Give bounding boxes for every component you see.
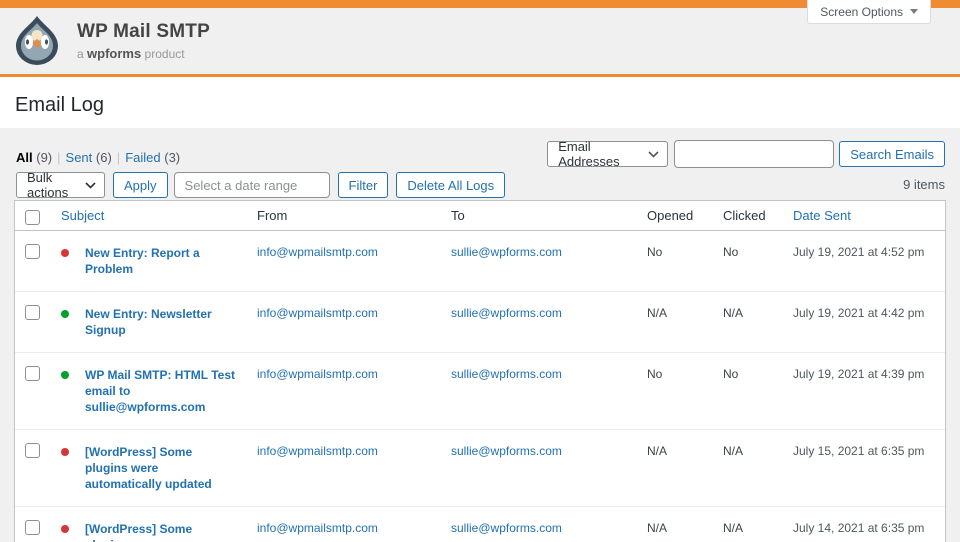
to-email-link[interactable]: sullie@wpforms.com bbox=[451, 521, 562, 535]
search-emails-button[interactable]: Search Emails bbox=[839, 141, 945, 167]
from-email-link[interactable]: info@wpmailsmtp.com bbox=[257, 521, 378, 535]
brand-title: WP Mail SMTP bbox=[77, 21, 210, 43]
header-opened: Opened bbox=[637, 201, 713, 231]
status-dot-icon bbox=[61, 249, 69, 257]
search-controls: Email Addresses Search Emails bbox=[547, 140, 945, 168]
table-header-row: Subject From To Opened Clicked Date Sent bbox=[15, 201, 945, 231]
items-count: 9 items bbox=[903, 177, 945, 192]
screen-options-label: Screen Options bbox=[820, 5, 903, 19]
table-row: [WordPress] Some plugins were automatica… bbox=[15, 507, 945, 542]
to-email-link[interactable]: sullie@wpforms.com bbox=[451, 245, 562, 259]
email-log-tbody: New Entry: Report a Problem info@wpmails… bbox=[15, 231, 945, 542]
status-dot-icon bbox=[61, 371, 69, 379]
clicked-value: N/A bbox=[713, 507, 783, 542]
apply-button[interactable]: Apply bbox=[113, 172, 168, 198]
wp-mail-smtp-pigeon-logo-icon bbox=[12, 15, 62, 67]
row-checkbox[interactable] bbox=[25, 520, 40, 535]
clicked-value: No bbox=[713, 231, 783, 292]
date-sent-value: July 19, 2021 at 4:52 pm bbox=[783, 231, 945, 292]
filter-failed[interactable]: Failed (3) bbox=[125, 150, 180, 165]
content-area: All (9) | Sent (6) | Failed (3) Email Addres… bbox=[0, 128, 960, 542]
delete-all-logs-button[interactable]: Delete All Logs bbox=[396, 172, 505, 198]
brand-block: WP Mail SMTP a wpforms product bbox=[77, 21, 210, 61]
email-log-table: Subject From To Opened Clicked Date Sent… bbox=[14, 200, 946, 542]
filter-sent[interactable]: Sent (6) bbox=[66, 150, 112, 165]
screen-options-button[interactable]: Screen Options bbox=[807, 0, 931, 24]
to-email-link[interactable]: sullie@wpforms.com bbox=[451, 444, 562, 458]
email-subject-link[interactable]: New Entry: Newsletter Signup bbox=[85, 306, 237, 338]
select-all-checkbox[interactable] bbox=[25, 210, 40, 225]
tagline-suffix: product bbox=[145, 47, 185, 61]
filter-separator: | bbox=[57, 150, 60, 165]
table-row: WP Mail SMTP: HTML Test email to sullie@… bbox=[15, 353, 945, 430]
bulk-actions-value: Bulk actions bbox=[27, 170, 77, 200]
row-checkbox[interactable] bbox=[25, 443, 40, 458]
opened-value: N/A bbox=[637, 292, 713, 353]
from-email-link[interactable]: info@wpmailsmtp.com bbox=[257, 367, 378, 381]
to-email-link[interactable]: sullie@wpforms.com bbox=[451, 367, 562, 381]
bulk-actions-select[interactable]: Bulk actions bbox=[16, 172, 105, 198]
table-toolbar: Bulk actions Apply Filter Delete All Log… bbox=[16, 171, 945, 199]
header-from: From bbox=[247, 201, 441, 231]
header-clicked: Clicked bbox=[713, 201, 783, 231]
clicked-value: N/A bbox=[713, 292, 783, 353]
search-field-select-value: Email Addresses bbox=[558, 139, 640, 169]
filter-sent-link[interactable]: Sent bbox=[66, 150, 93, 165]
sort-date-sent-link[interactable]: Date Sent bbox=[793, 208, 851, 223]
row-checkbox[interactable] bbox=[25, 305, 40, 320]
email-subject-link[interactable]: [WordPress] Some plugins were automatica… bbox=[85, 521, 237, 542]
opened-value: N/A bbox=[637, 430, 713, 507]
header-to: To bbox=[441, 201, 637, 231]
from-email-link[interactable]: info@wpmailsmtp.com bbox=[257, 306, 378, 320]
filter-button[interactable]: Filter bbox=[338, 172, 389, 198]
date-sent-value: July 19, 2021 at 4:39 pm bbox=[783, 353, 945, 430]
status-dot-icon bbox=[61, 310, 69, 318]
row-checkbox[interactable] bbox=[25, 244, 40, 259]
opened-value: No bbox=[637, 353, 713, 430]
search-field-select[interactable]: Email Addresses bbox=[547, 141, 668, 167]
filter-failed-link[interactable]: Failed bbox=[125, 150, 160, 165]
opened-value: No bbox=[637, 231, 713, 292]
filter-all-count: (9) bbox=[36, 150, 52, 165]
date-range-input[interactable] bbox=[174, 172, 330, 198]
from-email-link[interactable]: info@wpmailsmtp.com bbox=[257, 444, 378, 458]
clicked-value: No bbox=[713, 353, 783, 430]
clicked-value: N/A bbox=[713, 430, 783, 507]
brand-tagline: a wpforms product bbox=[77, 46, 210, 61]
page-title-bar: Email Log bbox=[0, 80, 960, 128]
status-filter-links: All (9) | Sent (6) | Failed (3) bbox=[16, 150, 180, 165]
sort-subject-link[interactable]: Subject bbox=[61, 208, 104, 223]
date-sent-value: July 15, 2021 at 6:35 pm bbox=[783, 430, 945, 507]
to-email-link[interactable]: sullie@wpforms.com bbox=[451, 306, 562, 320]
opened-value: N/A bbox=[637, 507, 713, 542]
email-subject-link[interactable]: [WordPress] Some plugins were automatica… bbox=[85, 444, 237, 492]
row-checkbox[interactable] bbox=[25, 366, 40, 381]
filter-all[interactable]: All (9) bbox=[16, 150, 52, 165]
status-dot-icon bbox=[61, 525, 69, 533]
email-subject-link[interactable]: WP Mail SMTP: HTML Test email to sullie@… bbox=[85, 367, 237, 415]
search-emails-input[interactable] bbox=[674, 140, 834, 168]
caret-down-icon bbox=[910, 9, 918, 14]
table-row: [WordPress] Some plugins were automatica… bbox=[15, 430, 945, 507]
from-email-link[interactable]: info@wpmailsmtp.com bbox=[257, 245, 378, 259]
filter-separator: | bbox=[117, 150, 120, 165]
date-sent-value: July 14, 2021 at 6:35 pm bbox=[783, 507, 945, 542]
page-title: Email Log bbox=[0, 80, 960, 117]
email-subject-link[interactable]: New Entry: Report a Problem bbox=[85, 245, 237, 277]
date-sent-value: July 19, 2021 at 4:42 pm bbox=[783, 292, 945, 353]
wpforms-wordmark: wpforms bbox=[87, 46, 141, 61]
wp-mail-smtp-email-log-page: Screen Options WP Mail SMTP a wpforms pr… bbox=[0, 0, 960, 542]
table-row: New Entry: Newsletter Signup info@wpmail… bbox=[15, 292, 945, 353]
status-dot-icon bbox=[61, 448, 69, 456]
chevron-down-icon bbox=[648, 151, 659, 158]
chevron-down-icon bbox=[85, 182, 96, 189]
filter-all-label[interactable]: All bbox=[16, 150, 33, 165]
filter-sent-count: (6) bbox=[96, 150, 112, 165]
table-row: New Entry: Report a Problem info@wpmails… bbox=[15, 231, 945, 292]
filter-failed-count: (3) bbox=[164, 150, 180, 165]
tagline-prefix: a bbox=[77, 47, 84, 61]
